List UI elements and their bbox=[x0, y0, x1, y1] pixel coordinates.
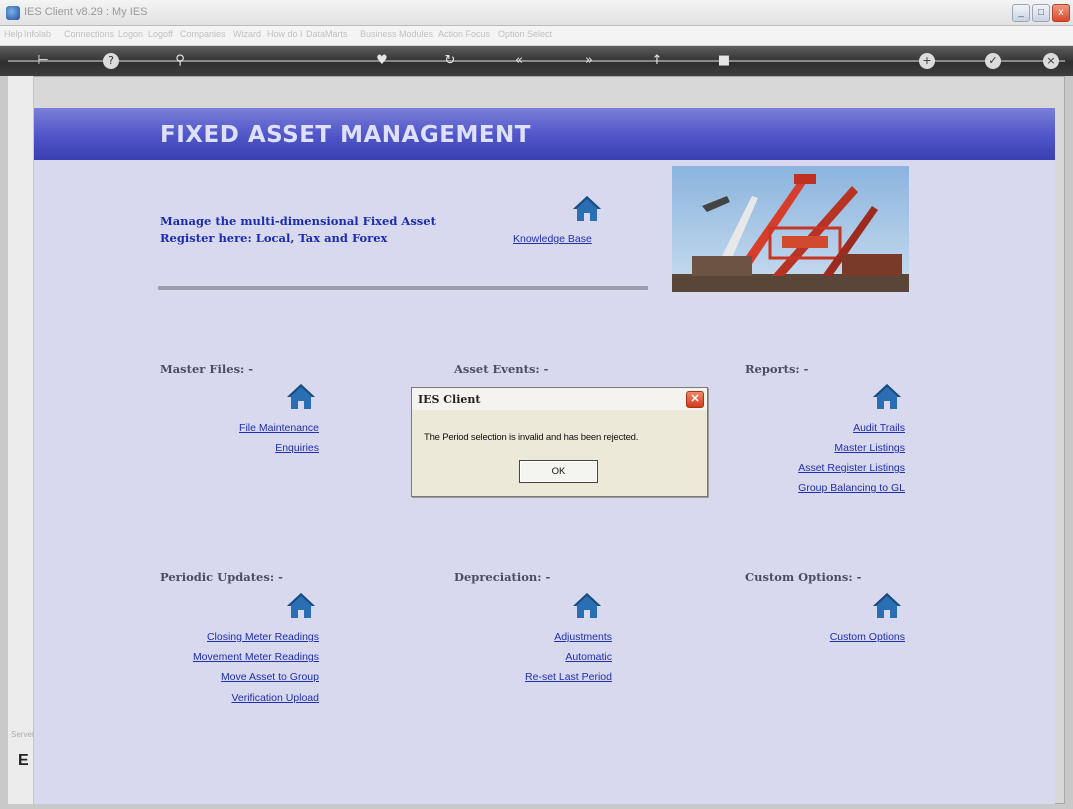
custom-options-link[interactable]: Custom Options bbox=[830, 631, 905, 643]
custom-options-heading: Custom Options: - bbox=[745, 570, 862, 584]
page-title: FIXED ASSET MANAGEMENT bbox=[160, 122, 531, 148]
minimize-icon[interactable]: _ bbox=[1012, 4, 1030, 22]
home-icon[interactable] bbox=[872, 382, 902, 410]
depreciation-heading: Depreciation: - bbox=[454, 570, 551, 584]
window-title: IES Client v8.29 : My IES bbox=[24, 6, 148, 18]
menu-item[interactable]: Wizard bbox=[233, 29, 261, 39]
adjustments-link[interactable]: Adjustments bbox=[554, 631, 612, 643]
dialog-title: IES Client bbox=[418, 393, 481, 406]
group-balancing-link[interactable]: Group Balancing to GL bbox=[798, 482, 905, 494]
menu-item[interactable]: Business Modules bbox=[360, 29, 433, 39]
menu-item[interactable]: Action Focus bbox=[438, 29, 490, 39]
dialog-message: The Period selection is invalid and has … bbox=[424, 432, 639, 443]
message-dialog: IES Client ✕ The Period selection is inv… bbox=[411, 387, 708, 497]
menu-item[interactable]: Help bbox=[4, 29, 23, 39]
enquiries-link[interactable]: Enquiries bbox=[275, 442, 319, 454]
toolbar: ⊢ ? ⚲ ♥ ↻ « » ↑ ■ + ✓ × bbox=[0, 46, 1073, 76]
heart-icon[interactable]: ♥ bbox=[373, 52, 391, 70]
menu-item[interactable]: Connections bbox=[64, 29, 114, 39]
check-icon[interactable]: ✓ bbox=[985, 53, 1001, 69]
close-icon[interactable]: × bbox=[1043, 53, 1059, 69]
bar-arrow-icon[interactable]: ⊢ bbox=[34, 52, 52, 70]
reports-heading: Reports: - bbox=[745, 362, 809, 376]
window-titlebar: IES Client v8.29 : My IES _ □ x bbox=[0, 0, 1073, 26]
ok-button[interactable]: OK bbox=[519, 460, 598, 483]
header-photo bbox=[672, 166, 909, 292]
file-maintenance-link[interactable]: File Maintenance bbox=[239, 422, 319, 434]
master-files-heading: Master Files: - bbox=[160, 362, 254, 376]
home-icon[interactable] bbox=[286, 382, 316, 410]
menu-item[interactable]: How do I bbox=[267, 29, 303, 39]
closing-meter-readings-link[interactable]: Closing Meter Readings bbox=[207, 631, 319, 643]
back-icon[interactable]: « bbox=[510, 52, 528, 70]
menu-item[interactable]: DataMarts bbox=[306, 29, 348, 39]
asset-events-heading: Asset Events: - bbox=[454, 362, 549, 376]
home-icon[interactable] bbox=[872, 591, 902, 619]
gutter-letter: E bbox=[18, 752, 29, 769]
menu-item[interactable]: Logon bbox=[118, 29, 143, 39]
menu-item[interactable]: Companies bbox=[180, 29, 226, 39]
left-gutter bbox=[8, 76, 34, 804]
dialog-titlebar: IES Client ✕ bbox=[412, 388, 707, 410]
master-listings-link[interactable]: Master Listings bbox=[834, 442, 905, 454]
menu-bar: Help Infolab Connections Logon Logoff Co… bbox=[0, 26, 1073, 46]
menu-item[interactable]: Logoff bbox=[148, 29, 173, 39]
refresh-icon[interactable]: ↻ bbox=[441, 52, 459, 70]
verification-upload-link[interactable]: Verification Upload bbox=[231, 692, 319, 704]
forward-icon[interactable]: » bbox=[580, 52, 598, 70]
home-icon[interactable] bbox=[572, 591, 602, 619]
divider bbox=[158, 286, 648, 290]
app-icon bbox=[6, 6, 20, 20]
stop-icon[interactable]: ■ bbox=[715, 52, 733, 70]
automatic-link[interactable]: Automatic bbox=[565, 651, 612, 663]
reset-last-period-link[interactable]: Re-set Last Period bbox=[525, 671, 612, 683]
periodic-updates-heading: Periodic Updates: - bbox=[160, 570, 283, 584]
plus-icon[interactable]: + bbox=[919, 53, 935, 69]
asset-register-listings-link[interactable]: Asset Register Listings bbox=[798, 462, 905, 474]
home-icon[interactable] bbox=[286, 591, 316, 619]
help-icon[interactable]: ? bbox=[103, 53, 119, 69]
menu-item[interactable]: Option Select bbox=[498, 29, 552, 39]
knowledge-base-link[interactable]: Knowledge Base bbox=[513, 233, 592, 245]
window-close-icon[interactable]: x bbox=[1052, 4, 1070, 22]
up-icon[interactable]: ↑ bbox=[648, 52, 666, 70]
dialog-close-icon[interactable]: ✕ bbox=[686, 391, 704, 408]
move-asset-to-group-link[interactable]: Move Asset to Group bbox=[221, 671, 319, 683]
maximize-icon[interactable]: □ bbox=[1032, 4, 1050, 22]
search-icon[interactable]: ⚲ bbox=[171, 52, 189, 70]
movement-meter-readings-link[interactable]: Movement Meter Readings bbox=[193, 651, 319, 663]
audit-trails-link[interactable]: Audit Trails bbox=[853, 422, 905, 434]
menu-item[interactable]: Infolab bbox=[24, 29, 51, 39]
home-icon[interactable] bbox=[572, 194, 602, 222]
intro-text: Manage the multi-dimensional Fixed Asset… bbox=[160, 214, 436, 245]
